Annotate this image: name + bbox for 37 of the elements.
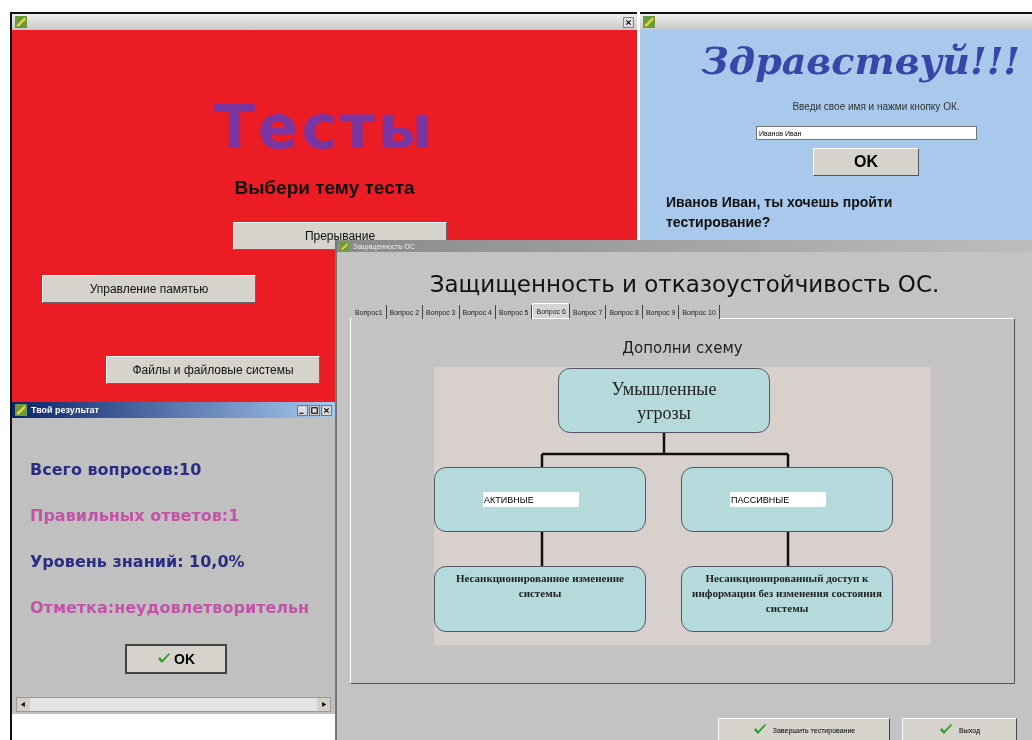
maximize-icon[interactable] [309,404,320,416]
result-line: Правильных ответов:1 [30,506,241,527]
ok-button[interactable]: OK [813,148,919,176]
topic-button[interactable]: Управление памятью [42,275,256,303]
minimize-icon[interactable] [297,404,308,416]
check-icon [939,724,953,736]
diagram-node: Умышленные угрозы [558,368,770,433]
app-icon [15,16,27,28]
scroll-right-icon[interactable] [317,698,330,711]
check-icon [157,653,171,665]
horizontal-scrollbar[interactable] [16,697,331,712]
result-line: Всего вопросов:10 [30,460,203,481]
diagram-node: Несанкционированное изменение системы [434,566,646,632]
greeting-title: Здравствуй!!! [700,38,1021,83]
subtitle: Выбери тему теста [233,177,416,199]
window-title: Твой результат [31,405,100,415]
answer-field[interactable]: АКТИВНЫЕ [483,492,579,507]
topic-button[interactable]: Файлы и файловые системы [106,356,320,384]
result-line: Отметка:неудовлетворительн [30,598,311,619]
answer-field[interactable]: ПАССИВНЫЕ [730,492,826,507]
prompt-text: Введи свое имя и нажми кнопку ОК. [791,101,961,112]
app-icon [15,404,27,416]
close-icon[interactable] [321,404,332,416]
diagram-node: Несанкционированный доступ к информации без изменения состояния системы [681,566,893,632]
ok-button[interactable]: OK [125,644,227,674]
test-heading: Защищенность и отказоустойчивость ОС. [428,271,941,299]
app-icon [643,16,655,28]
check-icon [752,724,767,736]
result-line: Уровень знаний: 10,0% [30,552,246,573]
connector-line [786,532,790,566]
app-icon [340,241,349,251]
question-text: Иванов Иван, ты хочешь пройти тестирование? [666,193,894,232]
connector-line [540,532,544,566]
app-title: Тесты [212,92,437,162]
close-icon[interactable] [623,16,634,28]
task-title: Дополни схему [622,339,743,357]
scroll-left-icon[interactable] [17,698,30,711]
